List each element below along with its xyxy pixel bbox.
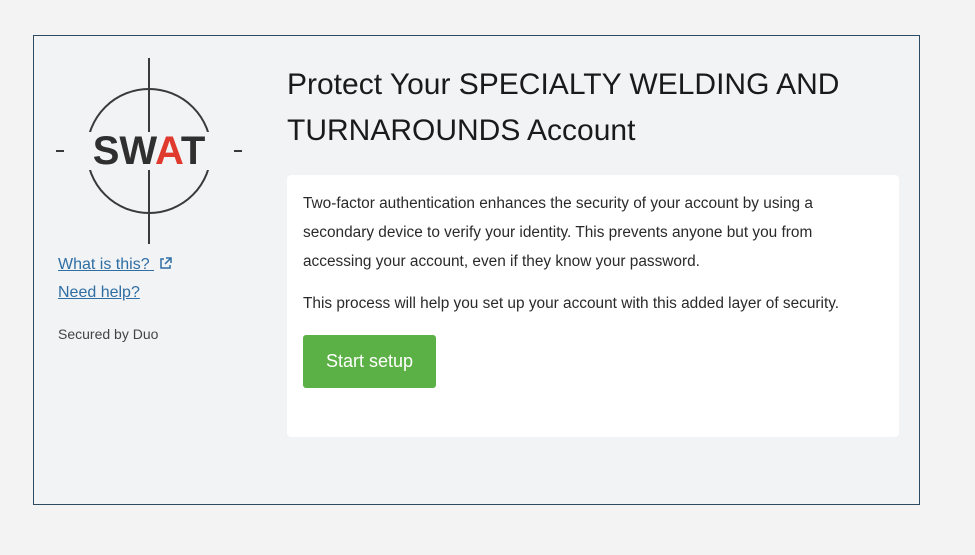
logo-text: SWAT (93, 129, 206, 173)
start-setup-button[interactable]: Start setup (303, 335, 437, 388)
what-is-this-link[interactable]: What is this? (58, 256, 172, 274)
intro-paragraph: Two-factor authentication enhances the s… (303, 195, 813, 270)
external-link-icon (160, 257, 172, 269)
secured-by-duo: Secured by Duo (58, 326, 159, 342)
sidebar: SWAT What is this? Need help? Secured by… (34, 36, 284, 504)
duo-prompt-frame: SWAT What is this? Need help? Secured by… (33, 35, 920, 505)
info-card: Two-factor authentication enhances the s… (287, 175, 899, 437)
sidebar-links: What is this? Need help? Secured by Duo (58, 256, 172, 342)
page-title: Protect Your SPECIALTY WELDING AND TURNA… (287, 68, 840, 147)
process-paragraph: This process will help you set up your a… (303, 295, 840, 312)
swat-logo: SWAT (56, 58, 242, 244)
need-help-link[interactable]: Need help? (58, 284, 172, 302)
main-content: Protect Your SPECIALTY WELDING AND TURNA… (287, 62, 899, 437)
what-is-this-label: What is this? (58, 256, 150, 273)
